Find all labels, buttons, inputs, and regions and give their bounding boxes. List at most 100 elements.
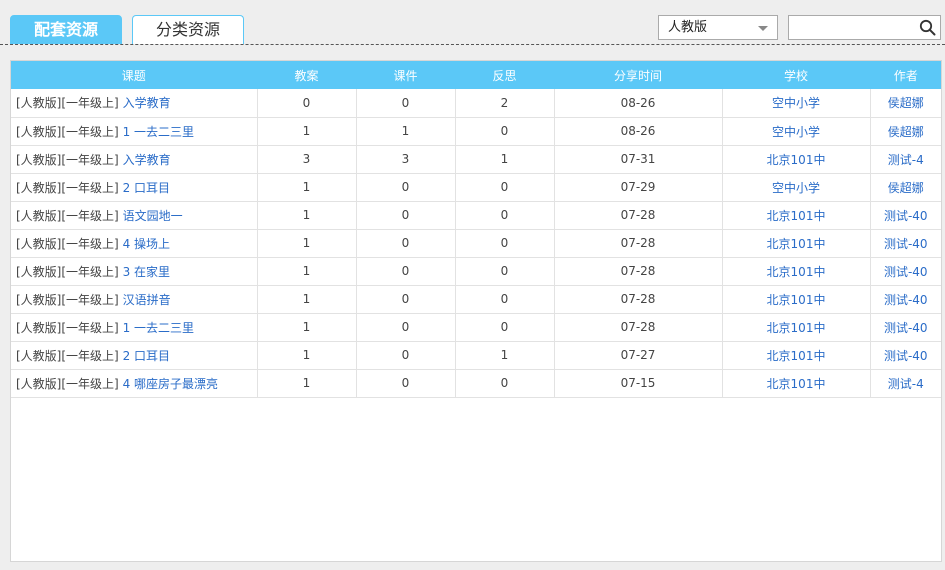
cell-courseware-count: 0	[356, 229, 456, 258]
cell-author: 侯超娜	[870, 89, 941, 118]
author-link[interactable]: 侯超娜	[888, 181, 924, 195]
cell-share-time: 07-29	[554, 173, 723, 202]
cell-share-time: 07-27	[554, 341, 723, 370]
author-link[interactable]: 测试-40	[884, 265, 928, 279]
header-title[interactable]: 课题	[11, 61, 258, 89]
table-row: [人教版][一年级上] 1 一去二三里 1 0 0 07-28 北京101中 测试-40	[11, 313, 941, 342]
cell-title: [人教版][一年级上] 2 口耳目	[11, 173, 258, 202]
title-prefix: [人教版][一年级上]	[16, 236, 119, 251]
search-input[interactable]	[791, 18, 915, 37]
lesson-title-link[interactable]: 4 哪座房子最漂亮	[123, 377, 218, 391]
lesson-title-link[interactable]: 入学教育	[123, 153, 171, 167]
cell-school: 空中小学	[722, 117, 871, 146]
cell-share-time: 08-26	[554, 89, 723, 118]
cell-lesson-plan-count: 1	[257, 257, 357, 286]
school-link[interactable]: 空中小学	[772, 125, 820, 139]
cell-courseware-count: 0	[356, 369, 456, 398]
school-link[interactable]: 空中小学	[772, 96, 820, 110]
school-link[interactable]: 北京101中	[767, 237, 826, 251]
title-prefix: [人教版][一年级上]	[16, 320, 119, 335]
cell-school: 北京101中	[722, 341, 871, 370]
author-link[interactable]: 测试-40	[884, 209, 928, 223]
lesson-title-link[interactable]: 入学教育	[123, 96, 171, 110]
title-prefix: [人教版][一年级上]	[16, 292, 119, 307]
title-prefix: [人教版][一年级上]	[16, 96, 119, 111]
cell-reflection-count: 0	[455, 173, 555, 202]
cell-courseware-count: 0	[356, 257, 456, 286]
school-link[interactable]: 北京101中	[767, 153, 826, 167]
author-link[interactable]: 测试-4	[888, 377, 924, 391]
cell-title: [人教版][一年级上] 3 在家里	[11, 257, 258, 286]
header-lesson-plan[interactable]: 教案	[257, 61, 357, 89]
author-link[interactable]: 测试-40	[884, 237, 928, 251]
header-author[interactable]: 作者	[870, 61, 941, 89]
cell-share-time: 08-26	[554, 117, 723, 146]
cell-school: 北京101中	[722, 145, 871, 174]
cell-lesson-plan-count: 3	[257, 145, 357, 174]
cell-school: 北京101中	[722, 313, 871, 342]
author-link[interactable]: 侯超娜	[888, 125, 924, 139]
header-courseware[interactable]: 课件	[356, 61, 456, 89]
cell-courseware-count: 3	[356, 145, 456, 174]
cell-lesson-plan-count: 1	[257, 369, 357, 398]
cell-share-time: 07-28	[554, 229, 723, 258]
author-link[interactable]: 测试-40	[884, 321, 928, 335]
cell-reflection-count: 2	[455, 89, 555, 118]
edition-select[interactable]: 人教版	[658, 15, 778, 40]
author-link[interactable]: 测试-4	[888, 153, 924, 167]
table-row: [人教版][一年级上] 2 口耳目 1 0 0 07-29 空中小学 侯超娜	[11, 173, 941, 202]
cell-author: 测试-40	[870, 341, 941, 370]
school-link[interactable]: 北京101中	[767, 321, 826, 335]
table-row: [人教版][一年级上] 4 操场上 1 0 0 07-28 北京101中 测试-40	[11, 229, 941, 258]
school-link[interactable]: 北京101中	[767, 377, 826, 391]
cell-reflection-count: 0	[455, 313, 555, 342]
cell-courseware-count: 0	[356, 313, 456, 342]
resource-table: 课题 教案 课件 反思 分享时间 学校 作者 [人教版][一年级上] 入学教育 0…	[11, 61, 941, 398]
cell-courseware-count: 1	[356, 117, 456, 146]
table-row: [人教版][一年级上] 2 口耳目 1 0 1 07-27 北京101中 测试-40	[11, 341, 941, 370]
author-link[interactable]: 测试-40	[884, 349, 928, 363]
cell-share-time: 07-15	[554, 369, 723, 398]
cell-school: 空中小学	[722, 89, 871, 118]
tab-matching-resources[interactable]: 配套资源	[10, 15, 122, 44]
lesson-title-link[interactable]: 语文园地一	[123, 209, 183, 223]
cell-author: 测试-40	[870, 229, 941, 258]
cell-lesson-plan-count: 1	[257, 285, 357, 314]
cell-author: 侯超娜	[870, 173, 941, 202]
header-school[interactable]: 学校	[722, 61, 871, 89]
school-link[interactable]: 北京101中	[767, 209, 826, 223]
school-link[interactable]: 北京101中	[767, 349, 826, 363]
cell-courseware-count: 0	[356, 89, 456, 118]
lesson-title-link[interactable]: 1 一去二三里	[123, 125, 194, 139]
search-icon[interactable]	[919, 19, 936, 36]
cell-courseware-count: 0	[356, 285, 456, 314]
lesson-title-link[interactable]: 4 操场上	[123, 237, 170, 251]
cell-share-time: 07-28	[554, 257, 723, 286]
resource-panel: 课题 教案 课件 反思 分享时间 学校 作者 [人教版][一年级上] 入学教育 0…	[10, 60, 942, 562]
cell-author: 测试-40	[870, 313, 941, 342]
header-reflection[interactable]: 反思	[455, 61, 555, 89]
school-link[interactable]: 北京101中	[767, 265, 826, 279]
header-share-time[interactable]: 分享时间	[554, 61, 723, 89]
lesson-title-link[interactable]: 2 口耳目	[123, 181, 170, 195]
cell-lesson-plan-count: 0	[257, 89, 357, 118]
lesson-title-link[interactable]: 2 口耳目	[123, 349, 170, 363]
lesson-title-link[interactable]: 汉语拼音	[123, 293, 171, 307]
tab-category-resources[interactable]: 分类资源	[132, 15, 244, 44]
lesson-title-link[interactable]: 1 一去二三里	[123, 321, 194, 335]
author-link[interactable]: 侯超娜	[888, 96, 924, 110]
cell-lesson-plan-count: 1	[257, 229, 357, 258]
cell-reflection-count: 0	[455, 369, 555, 398]
table-row: [人教版][一年级上] 语文园地一 1 0 0 07-28 北京101中 测试-40	[11, 201, 941, 230]
cell-reflection-count: 1	[455, 341, 555, 370]
cell-reflection-count: 0	[455, 229, 555, 258]
lesson-title-link[interactable]: 3 在家里	[123, 265, 170, 279]
cell-school: 北京101中	[722, 201, 871, 230]
cell-title: [人教版][一年级上] 2 口耳目	[11, 341, 258, 370]
school-link[interactable]: 北京101中	[767, 293, 826, 307]
author-link[interactable]: 测试-40	[884, 293, 928, 307]
school-link[interactable]: 空中小学	[772, 181, 820, 195]
cell-school: 北京101中	[722, 257, 871, 286]
cell-title: [人教版][一年级上] 入学教育	[11, 89, 258, 118]
cell-title: [人教版][一年级上] 入学教育	[11, 145, 258, 174]
